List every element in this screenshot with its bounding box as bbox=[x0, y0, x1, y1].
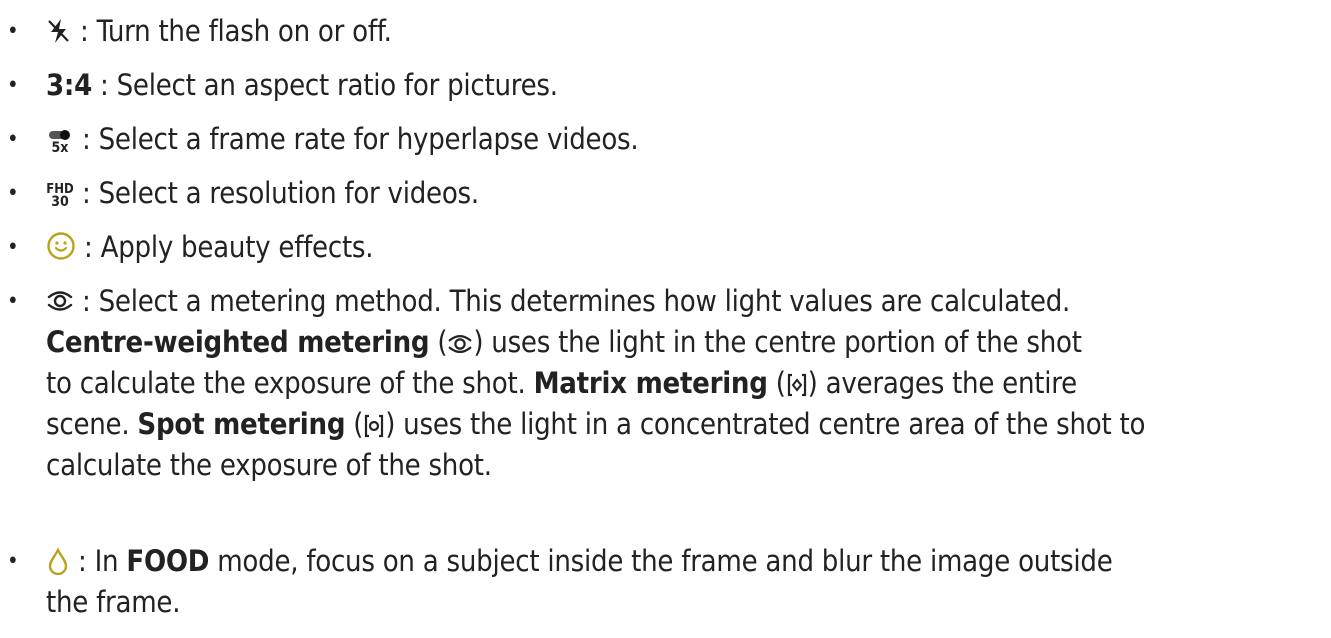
item-text: : Select a metering method. This determi… bbox=[46, 284, 1146, 482]
bullet: • bbox=[7, 19, 19, 44]
matrix-metering-icon bbox=[786, 372, 808, 398]
video-resolution-icon: FHD 30 bbox=[46, 182, 74, 210]
food-focus-icon bbox=[46, 547, 70, 575]
bullet: • bbox=[7, 235, 19, 260]
bullet: • bbox=[7, 181, 19, 206]
item-text: : Apply beauty effects. bbox=[46, 227, 1326, 268]
bullet: • bbox=[7, 289, 19, 314]
item-text: 5x : Select a frame rate for hyperlapse … bbox=[46, 119, 1326, 160]
item-text: : In FOOD mode, focus on a subject insid… bbox=[46, 544, 1113, 619]
hyperlapse-frame-rate-icon: 5x bbox=[46, 129, 74, 155]
bullet: • bbox=[7, 73, 19, 98]
aspect-ratio-icon: 3:4 bbox=[46, 68, 92, 102]
spot-metering-icon bbox=[363, 413, 385, 439]
beauty-face-icon bbox=[46, 231, 76, 261]
manual-page: • : Turn the flash on or off. • 3:4 : Se… bbox=[0, 0, 1331, 638]
bullet: • bbox=[7, 127, 19, 152]
item-text: : Turn the flash on or off. bbox=[46, 11, 1326, 52]
flash-off-icon bbox=[46, 17, 72, 45]
item-text: FHD 30 : Select a resolution for videos. bbox=[46, 176, 479, 210]
bullet: • bbox=[7, 549, 19, 574]
centre-weighted-metering-icon bbox=[447, 331, 473, 357]
metering-icon bbox=[46, 287, 74, 315]
item-text: 3:4 : Select an aspect ratio for picture… bbox=[46, 68, 558, 102]
